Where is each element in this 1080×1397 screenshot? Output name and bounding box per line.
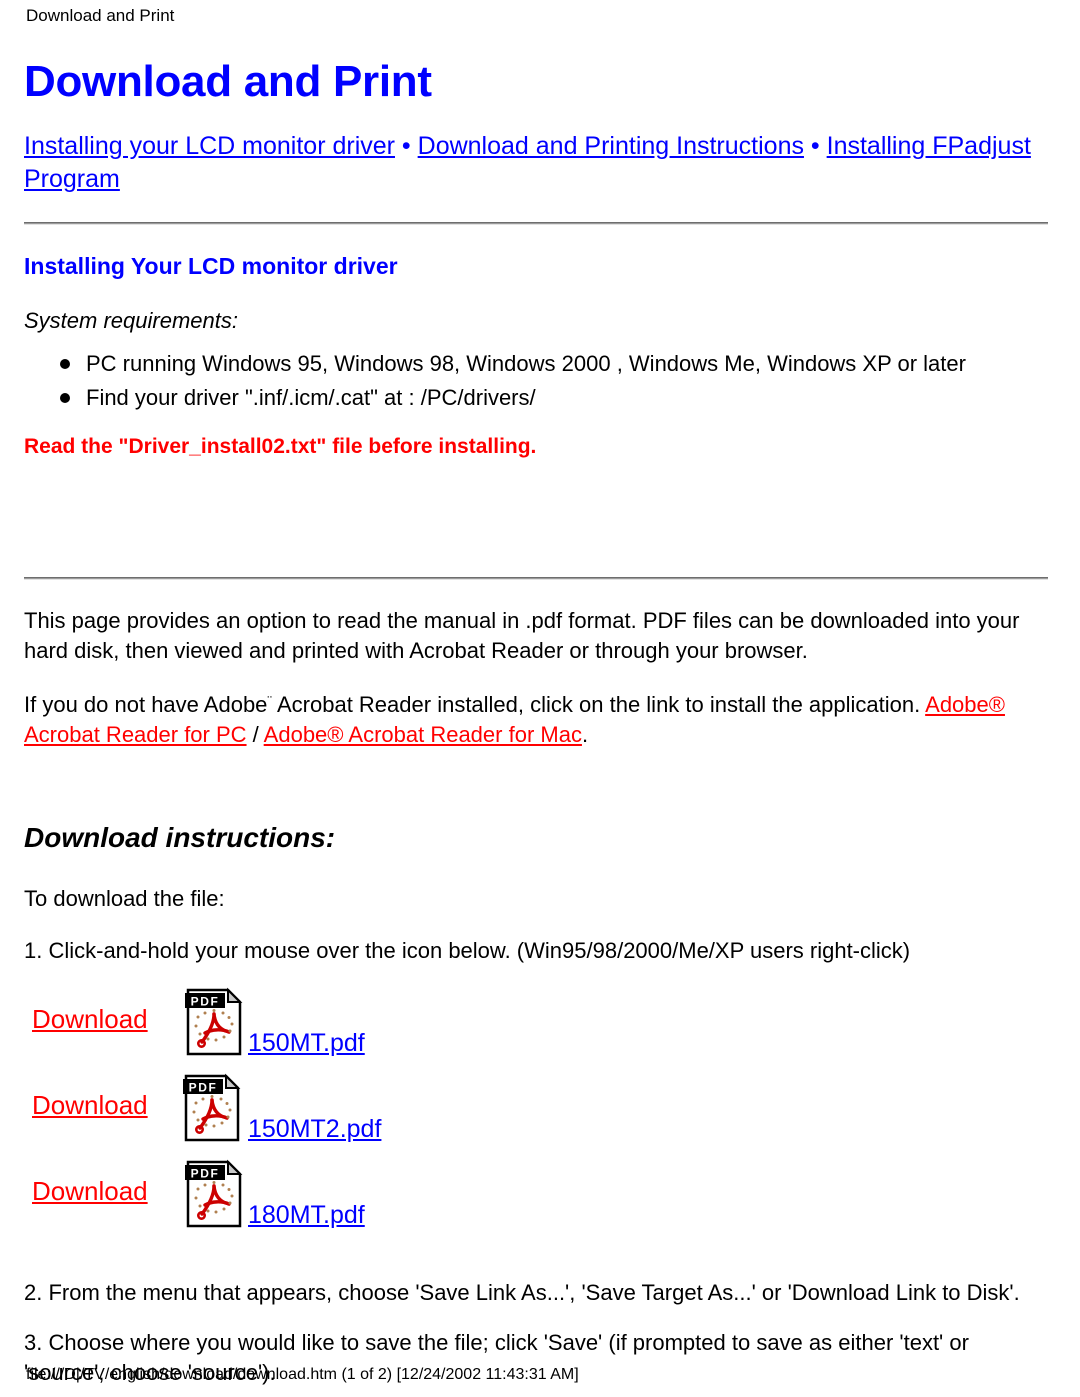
- nav-link-download-printing[interactable]: Download and Printing Instructions: [418, 132, 804, 160]
- svg-text:PDF: PDF: [191, 1167, 220, 1181]
- bullet-icon: [60, 359, 70, 369]
- download-file-list: Download PDF 150MT.pdf Download PDF 150M…: [24, 986, 1048, 1244]
- list-item: Find your driver ".inf/.icm/.cat" at : /…: [24, 381, 1048, 415]
- svg-text:PDF: PDF: [189, 1081, 218, 1095]
- download-file-link-150mt[interactable]: 150MT.pdf: [248, 1028, 365, 1058]
- nav-separator-2: •: [803, 132, 827, 160]
- page-title: Download and Print: [24, 57, 432, 106]
- pdf-file-icon[interactable]: PDF: [184, 1158, 246, 1235]
- download-step-2: 2. From the menu that appears, choose 'S…: [24, 1280, 1020, 1305]
- requirement-text: PC running Windows 95, Windows 98, Windo…: [86, 351, 966, 376]
- acrobat-suffix-text: .: [581, 722, 589, 747]
- document-content: Download and Print Installing your LCD m…: [24, 56, 1048, 1388]
- download-file-link-150mt2[interactable]: 150MT2.pdf: [248, 1114, 381, 1144]
- download-label-180mt[interactable]: Download: [32, 1176, 148, 1206]
- document-page: Download and Print Download and Print In…: [0, 0, 1080, 1397]
- pdf-intro-paragraph: This page provides an option to read the…: [24, 608, 1020, 663]
- list-item: PC running Windows 95, Windows 98, Windo…: [24, 347, 1048, 381]
- driver-install-warning: Read the "Driver_install02.txt" file bef…: [24, 435, 537, 458]
- pdf-file-icon[interactable]: PDF: [184, 986, 246, 1063]
- pdf-file-icon[interactable]: PDF: [182, 1072, 244, 1149]
- running-header: Download and Print: [26, 6, 175, 25]
- download-instructions-heading: Download instructions:: [24, 822, 336, 853]
- nav-link-installing-driver[interactable]: Installing your LCD monitor driver: [24, 132, 395, 160]
- download-label-150mt[interactable]: Download: [32, 1004, 148, 1034]
- system-requirements-list: PC running Windows 95, Windows 98, Windo…: [24, 347, 1048, 415]
- link-adobe-reader-mac[interactable]: Adobe® Acrobat Reader for Mac: [264, 722, 582, 747]
- page-footer-path: file:///D|/TV/english/download/download.…: [26, 1366, 579, 1383]
- breadcrumb-nav: Installing your LCD monitor driver • Dow…: [24, 130, 1034, 196]
- download-row-150mt2: Download PDF 150MT2.pdf: [24, 1072, 1048, 1158]
- acrobat-prefix-text: If you do not have Adobe: [24, 692, 268, 717]
- svg-text:PDF: PDF: [191, 995, 220, 1009]
- download-file-link-180mt[interactable]: 180MT.pdf: [248, 1200, 365, 1230]
- download-row-150mt: Download PDF 150MT.pdf: [24, 986, 1048, 1072]
- download-step-1: 1. Click-and-hold your mouse over the ic…: [24, 938, 911, 963]
- bullet-icon: [60, 393, 70, 403]
- download-lead-text: To download the file:: [24, 886, 225, 911]
- acrobat-link-divider: /: [246, 722, 264, 747]
- system-requirements-label: System requirements:: [24, 308, 238, 333]
- acrobat-mid-text: Acrobat Reader installed, click on the l…: [272, 692, 926, 717]
- requirement-text: Find your driver ".inf/.icm/.cat" at : /…: [86, 385, 536, 410]
- download-row-180mt: Download PDF 180MT.pdf: [24, 1158, 1048, 1244]
- nav-separator-1: •: [394, 132, 418, 160]
- acrobat-paragraph: If you do not have Adobe¨ Acrobat Reader…: [24, 686, 1048, 750]
- download-label-150mt2[interactable]: Download: [32, 1090, 148, 1120]
- section-title-installing-driver: Installing Your LCD monitor driver: [24, 253, 398, 279]
